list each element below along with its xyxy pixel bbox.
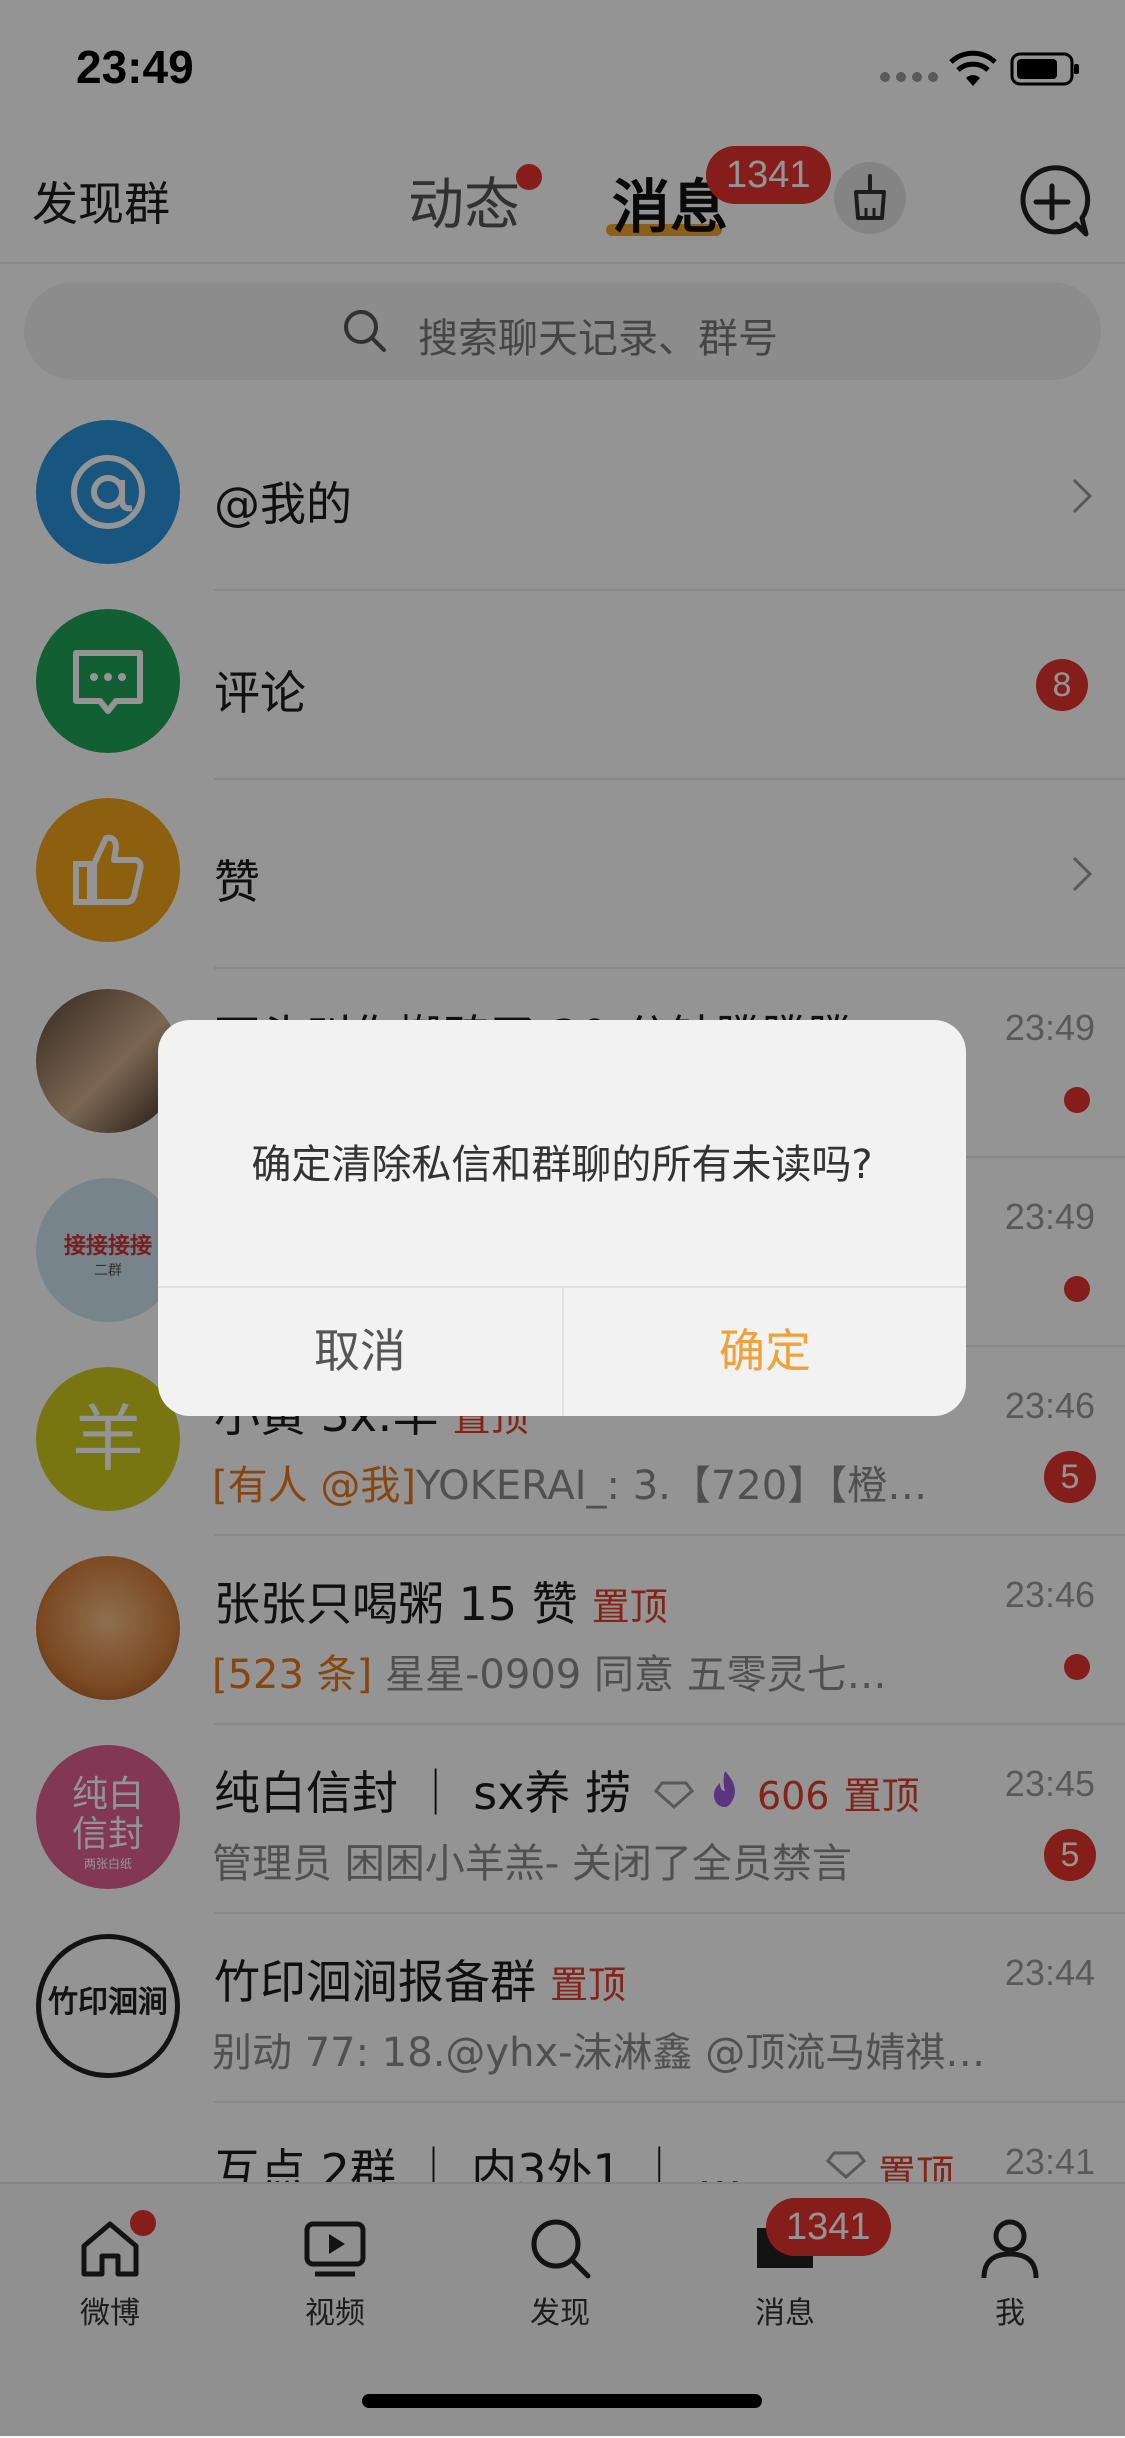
dialog-message: 确定清除私信和群聊的所有未读吗? xyxy=(251,1142,873,1188)
cancel-button[interactable]: 取消 xyxy=(158,1286,562,1416)
confirm-dialog: 确定清除私信和群聊的所有未读吗? 取消 确定 xyxy=(158,1020,966,1416)
confirm-button[interactable]: 确定 xyxy=(564,1286,966,1416)
